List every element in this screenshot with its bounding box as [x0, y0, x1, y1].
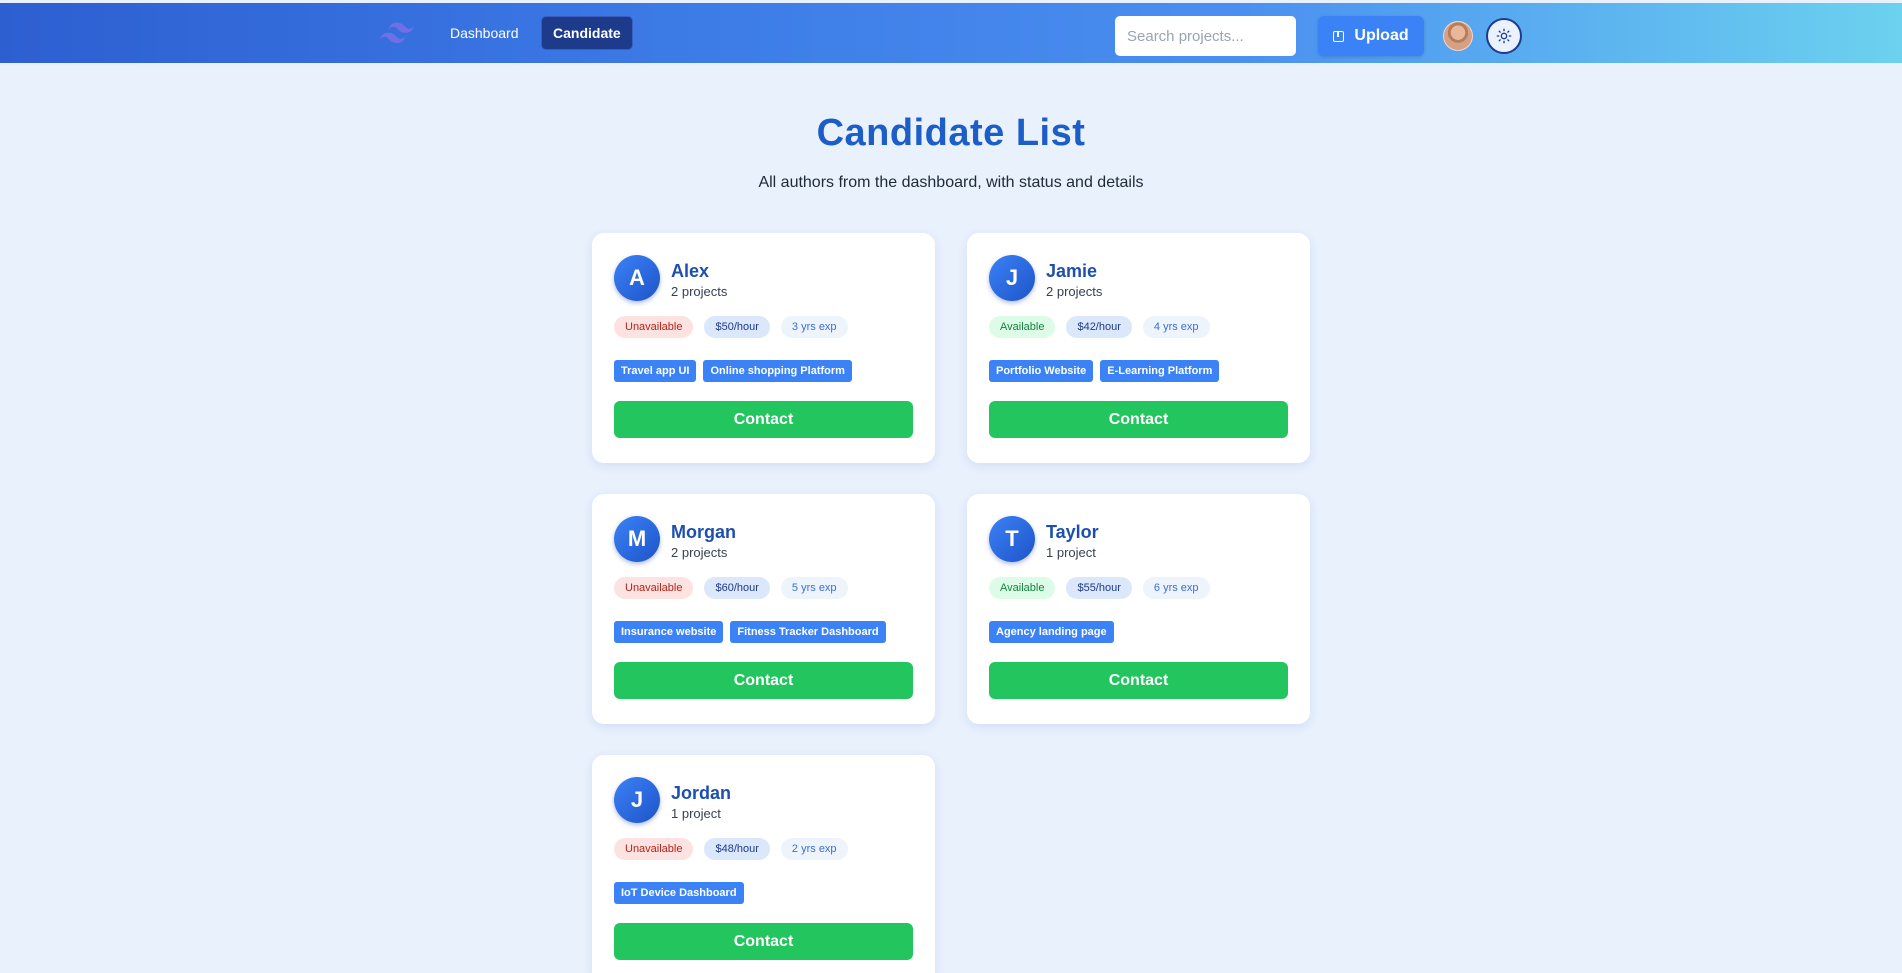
candidate-card: J Jamie 2 projects Available $42/hour 4 … [967, 233, 1310, 463]
candidate-avatar: A [614, 255, 660, 301]
top-navbar: Dashboard Candidate Upload [0, 3, 1902, 63]
project-tag[interactable]: Portfolio Website [989, 360, 1094, 382]
project-tags: Travel app UI Online shopping Platform [614, 360, 852, 382]
candidate-avatar: J [989, 255, 1035, 301]
candidate-avatar: T [989, 516, 1035, 562]
experience-badge: 5 yrs exp [780, 577, 848, 599]
search-input[interactable] [1115, 16, 1296, 56]
theme-toggle-button[interactable] [1486, 18, 1522, 54]
candidate-name: Taylor [1046, 522, 1099, 542]
project-tags: Portfolio Website E-Learning Platform [989, 360, 1220, 382]
experience-badge: 6 yrs exp [1142, 577, 1210, 599]
status-badge: Available [989, 316, 1056, 338]
project-tag[interactable]: Online shopping Platform [703, 360, 852, 382]
tailwind-logo-icon[interactable] [380, 21, 414, 45]
page-subtitle: All authors from the dashboard, with sta… [758, 174, 1144, 191]
candidate-project-count: 2 projects [671, 545, 728, 560]
rate-badge: $60/hour [704, 577, 770, 599]
candidate-project-count: 1 project [671, 806, 721, 821]
upload-icon [1333, 30, 1345, 42]
candidate-avatar: M [614, 516, 660, 562]
project-tag[interactable]: Agency landing page [989, 621, 1114, 643]
contact-button[interactable]: Contact [614, 401, 913, 438]
candidate-name: Jamie [1046, 261, 1098, 281]
experience-badge: 4 yrs exp [1142, 316, 1210, 338]
candidate-name: Jordan [671, 783, 732, 803]
project-tag[interactable]: Travel app UI [614, 360, 697, 382]
contact-button[interactable]: Contact [989, 401, 1288, 438]
candidate-project-count: 1 project [1046, 545, 1096, 560]
status-badge: Unavailable [614, 838, 694, 860]
candidate-avatar: J [614, 777, 660, 823]
sun-icon [1496, 28, 1512, 44]
candidate-badges: Available $42/hour 4 yrs exp [989, 316, 1210, 338]
project-tag[interactable]: Insurance website [614, 621, 724, 643]
contact-button[interactable]: Contact [614, 662, 913, 699]
project-tags: IoT Device Dashboard [614, 882, 744, 904]
upload-button-label: Upload [1354, 27, 1409, 44]
experience-badge: 2 yrs exp [780, 838, 848, 860]
page-title: Candidate List [816, 112, 1086, 154]
status-badge: Unavailable [614, 577, 694, 599]
project-tags: Agency landing page [989, 621, 1114, 643]
candidate-project-count: 2 projects [1046, 284, 1103, 299]
candidate-project-count: 2 projects [671, 284, 728, 299]
candidate-badges: Unavailable $48/hour 2 yrs exp [614, 838, 848, 860]
candidate-badges: Unavailable $50/hour 3 yrs exp [614, 316, 848, 338]
nav-link-dashboard[interactable]: Dashboard [439, 16, 530, 50]
status-badge: Available [989, 577, 1056, 599]
rate-badge: $50/hour [704, 316, 770, 338]
contact-button[interactable]: Contact [614, 923, 913, 960]
candidate-card: T Taylor 1 project Available $55/hour 6 … [967, 494, 1310, 724]
project-tag[interactable]: IoT Device Dashboard [614, 882, 744, 904]
project-tags: Insurance website Fitness Tracker Dashbo… [614, 621, 886, 643]
nav-link-candidate[interactable]: Candidate [541, 16, 633, 50]
experience-badge: 3 yrs exp [780, 316, 848, 338]
candidate-name: Morgan [671, 522, 736, 542]
upload-button[interactable]: Upload [1318, 16, 1424, 56]
candidate-name: Alex [671, 261, 710, 281]
rate-badge: $48/hour [704, 838, 770, 860]
candidate-badges: Unavailable $60/hour 5 yrs exp [614, 577, 848, 599]
rate-badge: $42/hour [1066, 316, 1132, 338]
candidate-card: A Alex 2 projects Unavailable $50/hour 3… [592, 233, 935, 463]
contact-button[interactable]: Contact [989, 662, 1288, 699]
project-tag[interactable]: E-Learning Platform [1100, 360, 1220, 382]
candidate-badges: Available $55/hour 6 yrs exp [989, 577, 1210, 599]
project-tag[interactable]: Fitness Tracker Dashboard [730, 621, 886, 643]
rate-badge: $55/hour [1066, 577, 1132, 599]
status-badge: Unavailable [614, 316, 694, 338]
candidate-card: M Morgan 2 projects Unavailable $60/hour… [592, 494, 935, 724]
candidate-card: J Jordan 1 project Unavailable $48/hour … [592, 755, 935, 973]
user-avatar[interactable] [1443, 21, 1473, 51]
